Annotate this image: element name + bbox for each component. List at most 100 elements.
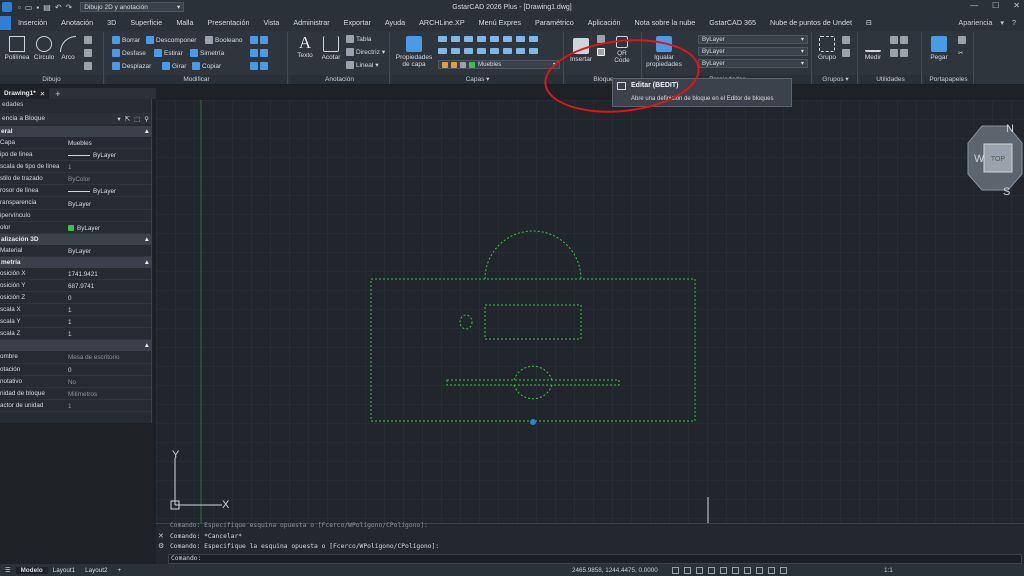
property-row[interactable]: scala Z 1 xyxy=(0,328,151,341)
transparency-toggle-icon[interactable] xyxy=(756,566,763,574)
panel-title-grupos[interactable]: Grupos ▾ xyxy=(814,75,857,84)
select-objects-icon[interactable]: ⬚ xyxy=(134,115,140,123)
explode-button[interactable]: Descomponer xyxy=(146,36,196,44)
grid-toggle-icon[interactable] xyxy=(672,566,679,574)
property-row[interactable]: Capa Muebles xyxy=(0,137,151,150)
property-row[interactable]: stilo de trazado ByColor xyxy=(0,173,151,186)
property-row[interactable]: Material ByLayer xyxy=(0,245,151,257)
new-tab-icon[interactable]: + xyxy=(55,89,60,99)
panel-title-anotacion[interactable]: Anotación xyxy=(290,75,389,84)
settings-icon[interactable]: ⚙ xyxy=(158,542,166,552)
property-row[interactable]: ombre Mesa de escritorio xyxy=(0,351,151,364)
tab-ayuda[interactable]: Ayuda xyxy=(378,18,412,27)
tab-anotacion[interactable]: Anotación xyxy=(54,18,100,27)
desk-outline[interactable] xyxy=(370,278,696,422)
tab-nube-puntos[interactable]: Nube de puntos de Undet xyxy=(763,18,859,27)
mirror-button[interactable]: Simetría xyxy=(190,49,224,57)
move-button[interactable]: Desplazar xyxy=(112,62,151,70)
property-row[interactable]: scala X 1 xyxy=(0,304,151,317)
property-value[interactable]: 687.9741 xyxy=(66,280,151,291)
ortho-toggle-icon[interactable] xyxy=(696,566,703,574)
cut-icon[interactable]: ✂ xyxy=(958,49,963,57)
copy-clip-icon[interactable] xyxy=(958,36,966,44)
monitor-rect[interactable] xyxy=(484,304,582,340)
layer-properties-button[interactable]: Propiedades de capa xyxy=(394,36,434,68)
color-dropdown[interactable]: ByLayer ▾ xyxy=(698,35,808,44)
tab-vista[interactable]: Vista xyxy=(256,18,286,27)
chevron-up-icon[interactable]: ▲ xyxy=(144,236,150,243)
property-row[interactable]: scala Y 1 xyxy=(0,316,151,329)
property-value[interactable]: 1741.9421 xyxy=(66,268,151,279)
snap-toggle-icon[interactable] xyxy=(684,566,691,574)
tab-parametrico[interactable]: Paramétrico xyxy=(528,18,581,27)
panel-title-modificar[interactable]: Modificar xyxy=(106,75,287,84)
polyline-button[interactable]: Polilínea xyxy=(2,36,32,61)
viewcube[interactable]: TOP N S W xyxy=(967,123,1023,198)
app-logo[interactable] xyxy=(2,2,12,12)
property-row[interactable]: olor ByLayer xyxy=(0,222,151,234)
new-file-icon[interactable]: ▫ xyxy=(18,3,21,12)
selection-cycle-icon[interactable] xyxy=(768,566,775,574)
property-value[interactable]: 1 xyxy=(66,304,151,315)
trim-icon[interactable] xyxy=(250,36,268,44)
tab-modelo[interactable]: Modelo xyxy=(15,566,48,574)
property-section[interactable]: metría ▲ xyxy=(0,256,151,268)
array-icon[interactable] xyxy=(250,62,268,70)
tab-gstarcad-365[interactable]: GstarCAD 365 xyxy=(702,18,763,27)
property-value[interactable]: ByLayer xyxy=(66,197,151,208)
drawing-canvas[interactable]: Y X TOP N S W xyxy=(156,100,1024,523)
offset-button[interactable]: Desfase xyxy=(112,49,146,57)
panel-title-dibujo[interactable]: Dibujo xyxy=(0,75,103,84)
panel-title-utilidades[interactable]: Utilidades xyxy=(860,75,921,84)
arc-button[interactable]: Arco xyxy=(57,36,79,61)
tab-presentacion[interactable]: Presentación xyxy=(201,18,257,27)
measure-button[interactable]: Medir xyxy=(862,36,884,61)
tab-aplicacion[interactable]: Aplicación xyxy=(581,18,628,27)
help-icon[interactable]: ? xyxy=(1012,18,1016,27)
object-type-select[interactable]: encia a Bloque ▾ ⇱ ⬚ ⚲ xyxy=(0,113,151,124)
property-row[interactable]: scala de tipo de línea 1 xyxy=(0,161,151,174)
lamp-circle[interactable] xyxy=(513,365,553,400)
add-layout-icon[interactable]: + xyxy=(113,567,127,574)
property-section[interactable]: ▲ xyxy=(0,340,151,352)
property-value[interactable]: 0 xyxy=(66,364,151,375)
property-row[interactable]: otación 0 xyxy=(0,364,151,376)
dimension-button[interactable]: Acotar xyxy=(318,36,344,61)
rotate-button[interactable]: Girar xyxy=(162,62,186,70)
workspace-select[interactable]: Dibujo 2D y anotación ▾ xyxy=(80,2,185,12)
property-value[interactable]: Milímetros xyxy=(66,388,151,399)
property-row[interactable]: osición X 1741.9421 xyxy=(0,268,151,280)
small-circle[interactable] xyxy=(459,314,473,330)
property-row[interactable]: ipo de línea ByLayer xyxy=(0,149,151,162)
tab-administrar[interactable]: Administrar xyxy=(286,18,336,27)
ungroup-icon[interactable] xyxy=(842,36,850,44)
chair-arc[interactable] xyxy=(484,230,582,280)
redo-icon[interactable]: ↷ xyxy=(66,3,73,12)
doc-tab-drawing1[interactable]: Drawing1* ✕ xyxy=(0,88,50,99)
property-value[interactable]: ByColor xyxy=(66,173,151,184)
chevron-up-icon[interactable]: ▲ xyxy=(144,342,150,349)
open-folder-icon[interactable]: ▭ xyxy=(25,3,33,12)
tab-nota-nube[interactable]: Nota sobre la nube xyxy=(628,18,703,27)
panel-title-portapapeles[interactable]: Portapapeles xyxy=(924,75,973,84)
property-row[interactable]: ransparencia ByLayer xyxy=(0,197,151,210)
property-value[interactable] xyxy=(66,210,151,221)
tab-layout1[interactable]: Layout1 xyxy=(48,567,80,574)
property-value[interactable]: 1 xyxy=(66,161,151,172)
close-icon[interactable]: ✕ xyxy=(158,532,166,542)
property-row[interactable]: notativo No xyxy=(0,376,151,388)
erase-button[interactable]: Borrar xyxy=(112,36,140,44)
tab-exportar[interactable]: Exportar xyxy=(337,18,378,27)
text-button[interactable]: A Texto xyxy=(292,34,318,60)
save-icon[interactable]: ▪ xyxy=(36,3,39,12)
property-value[interactable]: Mesa de escritorio xyxy=(66,351,151,362)
circle-button[interactable]: Círculo xyxy=(32,36,56,61)
property-value[interactable]: 1 xyxy=(66,400,151,411)
quick-select-icon[interactable] xyxy=(890,36,908,44)
fillet-icon[interactable] xyxy=(250,49,268,57)
tab-archline[interactable]: ARCHLine.XP xyxy=(412,18,472,27)
property-section[interactable]: eral ▲ xyxy=(0,126,151,137)
annotation-icon[interactable] xyxy=(780,566,787,574)
maximize-icon[interactable]: ☐ xyxy=(992,1,999,10)
appearance-menu[interactable]: Apariencia ▾ ? xyxy=(958,18,1016,27)
